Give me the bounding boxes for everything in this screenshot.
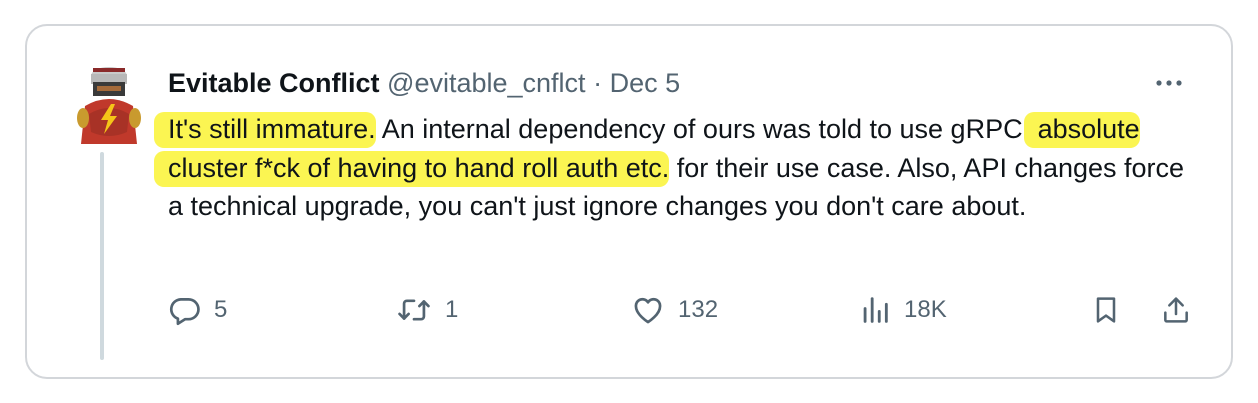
tweet-text: It's still immature. An internal depende… (154, 110, 1198, 226)
retweet-icon (398, 299, 430, 321)
like-count: 132 (678, 296, 719, 323)
heart-icon (634, 297, 662, 324)
author-name[interactable]: Evitable Conflict (168, 68, 380, 98)
retweet-count: 1 (445, 296, 459, 323)
share-button[interactable] (1160, 293, 1192, 327)
bar-chart-icon (863, 297, 888, 323)
thread-line (100, 152, 104, 360)
reply-icon (169, 298, 200, 326)
more-dots-icon[interactable] (1155, 68, 1183, 88)
views-button[interactable]: 18K (858, 293, 947, 327)
avatar[interactable] (75, 62, 143, 144)
bookmark-icon (1096, 297, 1116, 323)
like-button[interactable]: 132 (630, 293, 718, 327)
tweet-header: Evitable Conflict @evitable_cnflct · Dec… (168, 66, 680, 100)
retweet-button[interactable]: 1 (395, 293, 458, 327)
views-count: 18K (904, 296, 947, 323)
share-icon (1164, 297, 1188, 323)
reply-count: 5 (214, 296, 228, 323)
author-handle[interactable]: @evitable_cnflct (387, 68, 586, 98)
highlighted-text: It's still immature. (154, 112, 376, 148)
tweet-date[interactable]: Dec 5 (610, 68, 681, 98)
bookmark-button[interactable] (1090, 293, 1122, 327)
reply-button[interactable]: 5 (168, 293, 227, 327)
separator-dot: · (593, 68, 603, 98)
tweet-text-segment: An internal dependency of ours was told … (375, 114, 1038, 144)
